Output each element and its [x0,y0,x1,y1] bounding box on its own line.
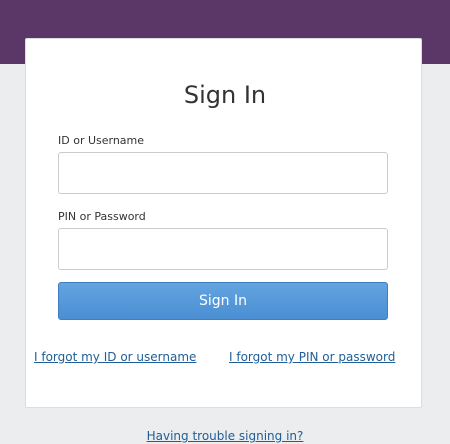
sign-in-button[interactable]: Sign In [58,282,388,320]
id-label: ID or Username [58,134,145,147]
pin-input[interactable] [58,228,388,270]
forgot-pin-link[interactable]: I forgot my PIN or password [229,349,395,365]
trouble-signing-in-link[interactable]: Having trouble signing in? [0,428,450,444]
id-input[interactable] [58,152,388,194]
pin-label: PIN or Password [58,210,146,223]
forgot-id-link[interactable]: I forgot my ID or username [34,349,196,365]
page-title: Sign In [183,81,267,109]
